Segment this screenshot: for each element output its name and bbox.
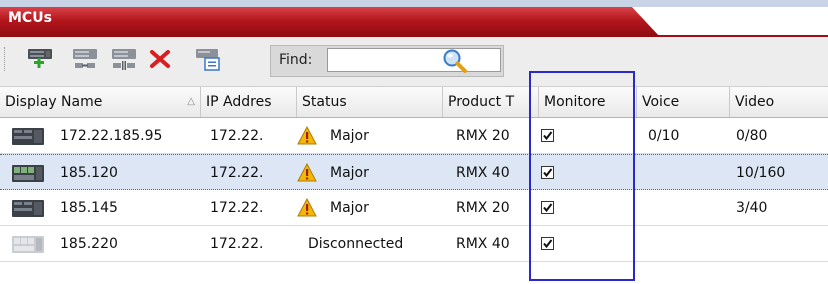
- product-type-cell: RMX 40: [456, 165, 510, 181]
- table-header: Display Name △ IP Addres Status Product …: [0, 87, 828, 118]
- mcu-properties-button[interactable]: [195, 46, 221, 72]
- delete-icon: [150, 50, 170, 68]
- column-label: Display Name: [5, 94, 103, 110]
- table-row[interactable]: 185.145 172.22. Major RMX 20 3/40: [0, 190, 828, 226]
- column-header-voice[interactable]: Voice: [637, 87, 730, 117]
- add-mcu-button[interactable]: [27, 46, 53, 72]
- toolbar-grip[interactable]: [4, 47, 8, 71]
- column-header-video[interactable]: Video: [730, 87, 828, 117]
- mcu-rmx2000-icon: [12, 200, 44, 217]
- find-input[interactable]: [327, 48, 501, 72]
- add-mcu-icon: [28, 49, 52, 68]
- video-cell: 10/160: [736, 165, 786, 181]
- search-icon: [443, 49, 467, 73]
- column-label: Status: [302, 94, 347, 110]
- disconnect-mcu-icon: [112, 49, 136, 70]
- connect-mcu-icon: [73, 49, 97, 68]
- toolbar: Find:: [0, 37, 828, 87]
- column-label: Voice: [642, 94, 680, 110]
- panel-title: MCUs: [8, 10, 52, 26]
- column-label: Video: [735, 94, 775, 110]
- column-header-ip-address[interactable]: IP Addres: [201, 87, 297, 117]
- table-row[interactable]: 172.22.185.95 172.22. Major RMX 20 0/10 …: [0, 118, 828, 154]
- connect-mcu-button[interactable]: [72, 46, 98, 72]
- column-header-display-name[interactable]: Display Name △: [0, 87, 201, 117]
- display-name-cell: 172.22.185.95: [60, 128, 163, 144]
- mcu-properties-icon: [196, 49, 220, 71]
- display-name-cell: 185.220: [60, 236, 118, 252]
- find-label: Find:: [279, 52, 313, 68]
- monitored-checkbox[interactable]: [541, 201, 554, 214]
- column-label: Monitore: [544, 94, 606, 110]
- warning-icon: [297, 126, 317, 145]
- status-cell: Major: [330, 128, 369, 144]
- monitored-checkbox[interactable]: [541, 129, 554, 142]
- mcus-panel: MCUs Find: Display Name △ IP Addres Stat…: [0, 0, 828, 284]
- search-button[interactable]: [441, 47, 469, 75]
- status-cell: Major: [330, 165, 369, 181]
- monitored-checkbox[interactable]: [541, 237, 554, 250]
- column-header-status[interactable]: Status: [297, 87, 443, 117]
- panel-title-bar: MCUs: [0, 7, 828, 37]
- status-cell: Major: [330, 200, 369, 216]
- column-header-product-type[interactable]: Product T: [443, 87, 539, 117]
- display-name-cell: 185.120: [60, 165, 118, 181]
- voice-cell: 0/10: [648, 128, 680, 144]
- warning-icon: [297, 163, 317, 182]
- monitored-checkbox[interactable]: [541, 166, 554, 179]
- column-label: Product T: [448, 94, 515, 110]
- status-cell: Disconnected: [308, 236, 404, 252]
- ip-address-cell: 172.22.: [210, 128, 264, 144]
- table-row-selected[interactable]: 185.120 172.22. Major RMX 40 10/160: [0, 154, 828, 190]
- product-type-cell: RMX 40: [456, 236, 510, 252]
- mcu-rmx2000-icon: [12, 128, 44, 145]
- checkmark-icon: [543, 168, 553, 178]
- checkmark-icon: [543, 131, 553, 141]
- delete-mcu-button[interactable]: [147, 46, 173, 72]
- mcu-rmx4000-icon: [12, 165, 44, 182]
- table-row[interactable]: 185.220 172.22. Disconnected RMX 40: [0, 226, 828, 262]
- product-type-cell: RMX 20: [456, 200, 510, 216]
- column-label: IP Addres: [206, 94, 272, 110]
- top-border: [0, 0, 828, 7]
- mcu-disconnected-icon: [12, 236, 44, 253]
- sort-indicator-icon: △: [187, 96, 195, 107]
- disconnect-mcu-button[interactable]: [111, 46, 137, 72]
- warning-icon: [297, 198, 317, 217]
- ip-address-cell: 172.22.: [210, 165, 264, 181]
- checkmark-icon: [543, 239, 553, 249]
- product-type-cell: RMX 20: [456, 128, 510, 144]
- title-tab[interactable]: [0, 7, 660, 37]
- ip-address-cell: 172.22.: [210, 200, 264, 216]
- ip-address-cell: 172.22.: [210, 236, 264, 252]
- video-cell: 0/80: [736, 128, 768, 144]
- video-cell: 3/40: [736, 200, 768, 216]
- mcu-table: Display Name △ IP Addres Status Product …: [0, 87, 828, 284]
- display-name-cell: 185.145: [60, 200, 118, 216]
- column-header-monitored[interactable]: Monitore: [539, 87, 637, 117]
- checkmark-icon: [543, 203, 553, 213]
